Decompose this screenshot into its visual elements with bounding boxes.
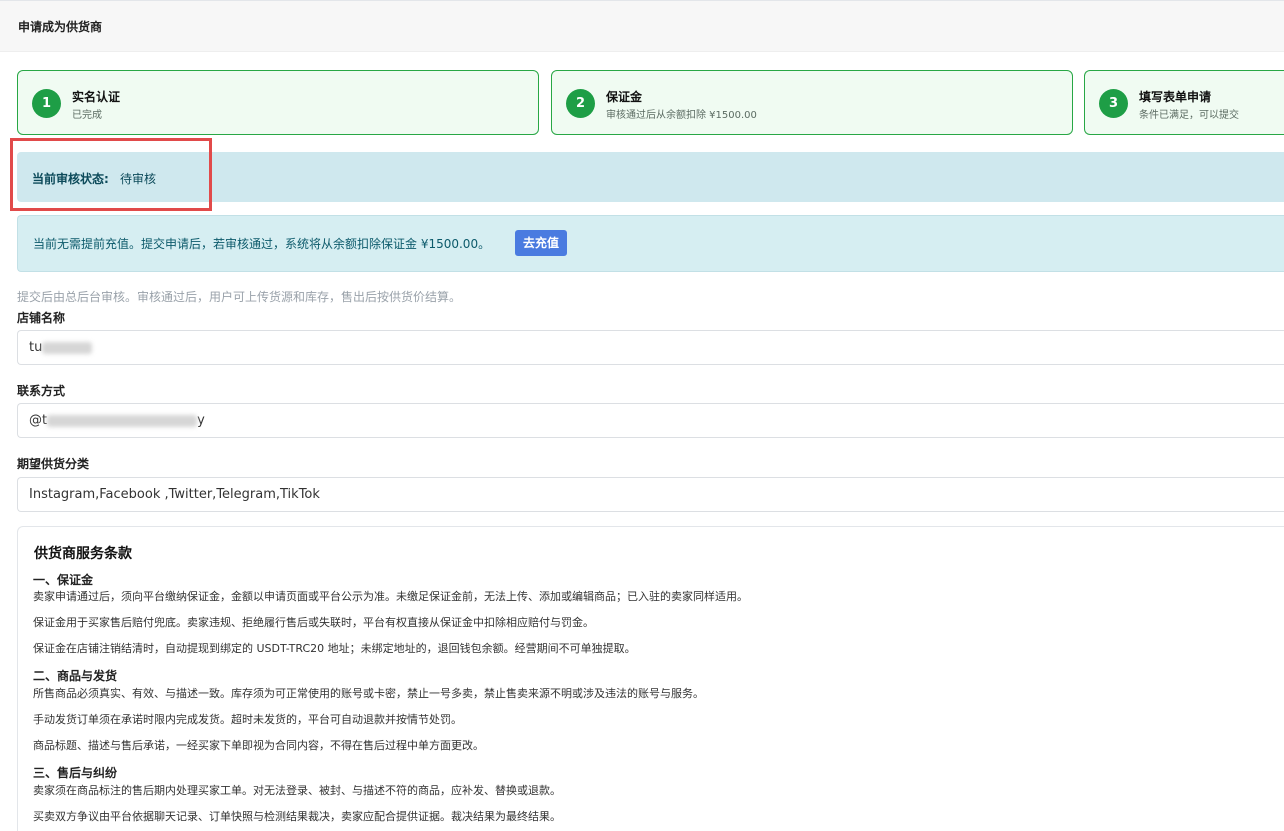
terms-paragraph: 卖家须在商品标注的售后期内处理买家工单。对无法登录、被封、与描述不符的商品，应补… (33, 784, 561, 797)
category-input[interactable]: Instagram,Facebook ,Twitter,Telegram,Tik… (17, 477, 1284, 512)
store-name-value: tu (29, 340, 43, 355)
recharge-notice-text: 当前无需提前充值。提交申请后，若审核通过，系统将从余额扣除保证金 ¥1500.0… (33, 237, 491, 251)
contact-input[interactable]: @t y (17, 403, 1284, 438)
step-number-2: 2 (566, 89, 595, 118)
supplier-terms: 供货商服务条款 一、保证金 卖家申请通过后，须向平台缴纳保证金，金额以申请页面或… (17, 526, 1284, 831)
terms-paragraph: 保证金在店铺注销结清时，自动提现到绑定的 USDT-TRC20 地址；未绑定地址… (33, 642, 636, 655)
recharge-notice: 当前无需提前充值。提交申请后，若审核通过，系统将从余额扣除保证金 ¥1500.0… (17, 215, 1284, 272)
page-header: 申请成为供货商 (0, 0, 1284, 52)
store-name-label: 店铺名称 (17, 311, 66, 325)
step-form: 3 填写表单申请 条件已满足，可以提交 (1084, 70, 1284, 135)
terms-section-title: 三、售后与纠纷 (33, 766, 118, 780)
step-subtitle: 审核通过后从余额扣除 ¥1500.00 (606, 110, 757, 121)
redacted-text (47, 414, 198, 427)
step-subtitle: 条件已满足，可以提交 (1139, 110, 1239, 121)
terms-section-title: 一、保证金 (33, 573, 94, 587)
highlight-box (10, 138, 212, 211)
step-deposit: 2 保证金 审核通过后从余额扣除 ¥1500.00 (551, 70, 1073, 135)
category-label: 期望供货分类 (17, 457, 90, 471)
step-number-1: 1 (32, 89, 61, 118)
contact-label: 联系方式 (17, 384, 66, 398)
step-realname: 1 实名认证 已完成 (17, 70, 539, 135)
contact-value-prefix: @t (29, 413, 48, 428)
terms-section-title: 二、商品与发货 (33, 669, 118, 683)
step-title: 实名认证 (72, 90, 121, 104)
step-subtitle: 已完成 (72, 110, 102, 121)
terms-paragraph: 手动发货订单须在承诺时限内完成发货。超时未发货的，平台可自动退款并按情节处罚。 (33, 713, 462, 726)
redacted-text (42, 341, 93, 354)
terms-paragraph: 所售商品必须真实、有效、与描述一致。库存须为可正常使用的账号或卡密，禁止一号多卖… (33, 687, 704, 700)
step-title: 保证金 (606, 90, 643, 104)
submit-hint: 提交后由总后台审核。审核通过后，用户可上传货源和库存，售出后按供货价结算。 (17, 290, 462, 304)
recharge-button[interactable]: 去充值 (515, 230, 568, 256)
terms-paragraph: 买卖双方争议由平台依据聊天记录、订单快照与检测结果裁决，卖家应配合提供证据。裁决… (33, 810, 561, 823)
page-title: 申请成为供货商 (18, 20, 103, 34)
terms-paragraph: 商品标题、描述与售后承诺，一经买家下单即视为合同内容，不得在售后过程中单方面更改… (33, 739, 484, 752)
step-number-3: 3 (1099, 89, 1128, 118)
terms-paragraph: 卖家申请通过后，须向平台缴纳保证金，金额以申请页面或平台公示为准。未缴足保证金前… (33, 590, 748, 603)
terms-title: 供货商服务条款 (34, 546, 132, 562)
store-name-input[interactable]: tu (17, 330, 1284, 365)
terms-paragraph: 保证金用于买家售后赔付兜底。卖家违规、拒绝履行售后或失联时，平台有权直接从保证金… (33, 616, 594, 629)
contact-value-suffix: y (197, 413, 205, 428)
step-title: 填写表单申请 (1139, 90, 1212, 104)
